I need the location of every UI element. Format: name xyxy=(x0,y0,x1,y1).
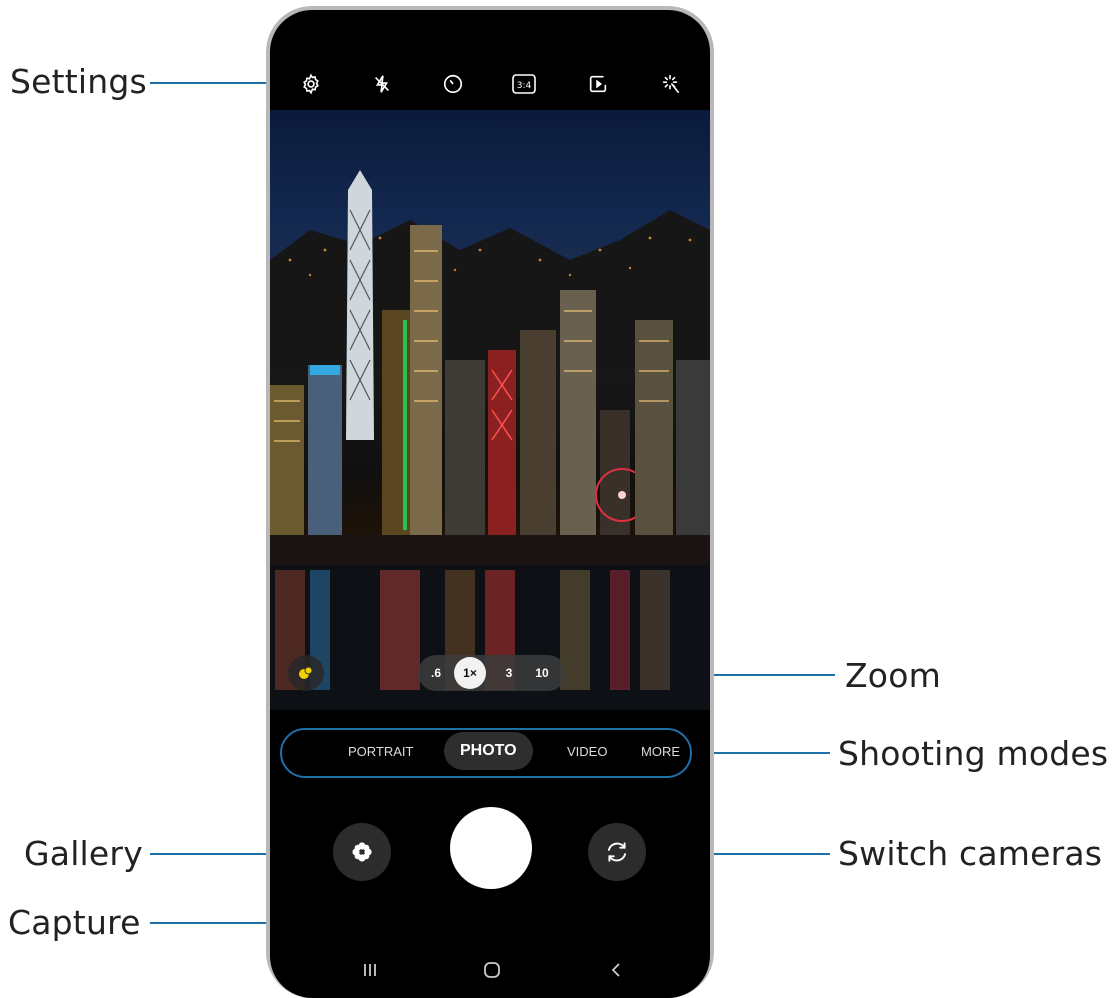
zoom-option-0-6[interactable]: .6 xyxy=(424,655,448,691)
callout-shooting-modes-label: Shooting modes xyxy=(838,734,1109,773)
effects-icon xyxy=(299,666,313,679)
system-nav-bar xyxy=(270,950,710,990)
switch-cameras-icon xyxy=(607,842,627,862)
callout-shooting-modes-line xyxy=(694,752,830,754)
callout-settings-label: Settings xyxy=(10,62,147,101)
effects-button[interactable] xyxy=(288,655,324,691)
home-icon[interactable] xyxy=(480,958,504,982)
motion-photo-icon[interactable] xyxy=(582,68,614,100)
settings-icon[interactable] xyxy=(295,68,327,100)
flash-off-icon[interactable] xyxy=(366,68,398,100)
filters-icon[interactable] xyxy=(654,68,686,100)
aspect-ratio-icon[interactable]: 3:4 xyxy=(508,68,540,100)
zoom-option-3[interactable]: 3 xyxy=(498,655,520,691)
callout-capture-label: Capture xyxy=(8,903,141,942)
callout-switch-cameras-label: Switch cameras xyxy=(838,834,1103,873)
switch-cameras-button[interactable] xyxy=(588,823,646,881)
back-icon[interactable] xyxy=(605,958,629,982)
gallery-flower-icon xyxy=(352,842,372,862)
phone-screen: 3:4 .6 1× 3 10 PORTRAIT PHOTO VIDEO MORE xyxy=(270,10,710,998)
zoom-option-10[interactable]: 10 xyxy=(528,655,556,691)
aspect-ratio-text: 3:4 xyxy=(517,81,532,91)
zoom-option-1x[interactable]: 1× xyxy=(454,657,486,689)
capture-button[interactable] xyxy=(450,807,532,889)
callout-zoom-label: Zoom xyxy=(845,656,941,695)
camera-viewfinder[interactable] xyxy=(270,110,710,710)
recent-apps-icon[interactable] xyxy=(358,958,382,982)
camera-top-bar: 3:4 xyxy=(270,60,710,108)
gallery-button[interactable] xyxy=(333,823,391,881)
zoom-selector: .6 1× 3 10 xyxy=(418,655,566,691)
shooting-modes-highlight xyxy=(280,728,692,778)
viewfinder-scene xyxy=(270,170,710,710)
callout-gallery-label: Gallery xyxy=(24,834,143,873)
timer-icon[interactable] xyxy=(437,68,469,100)
